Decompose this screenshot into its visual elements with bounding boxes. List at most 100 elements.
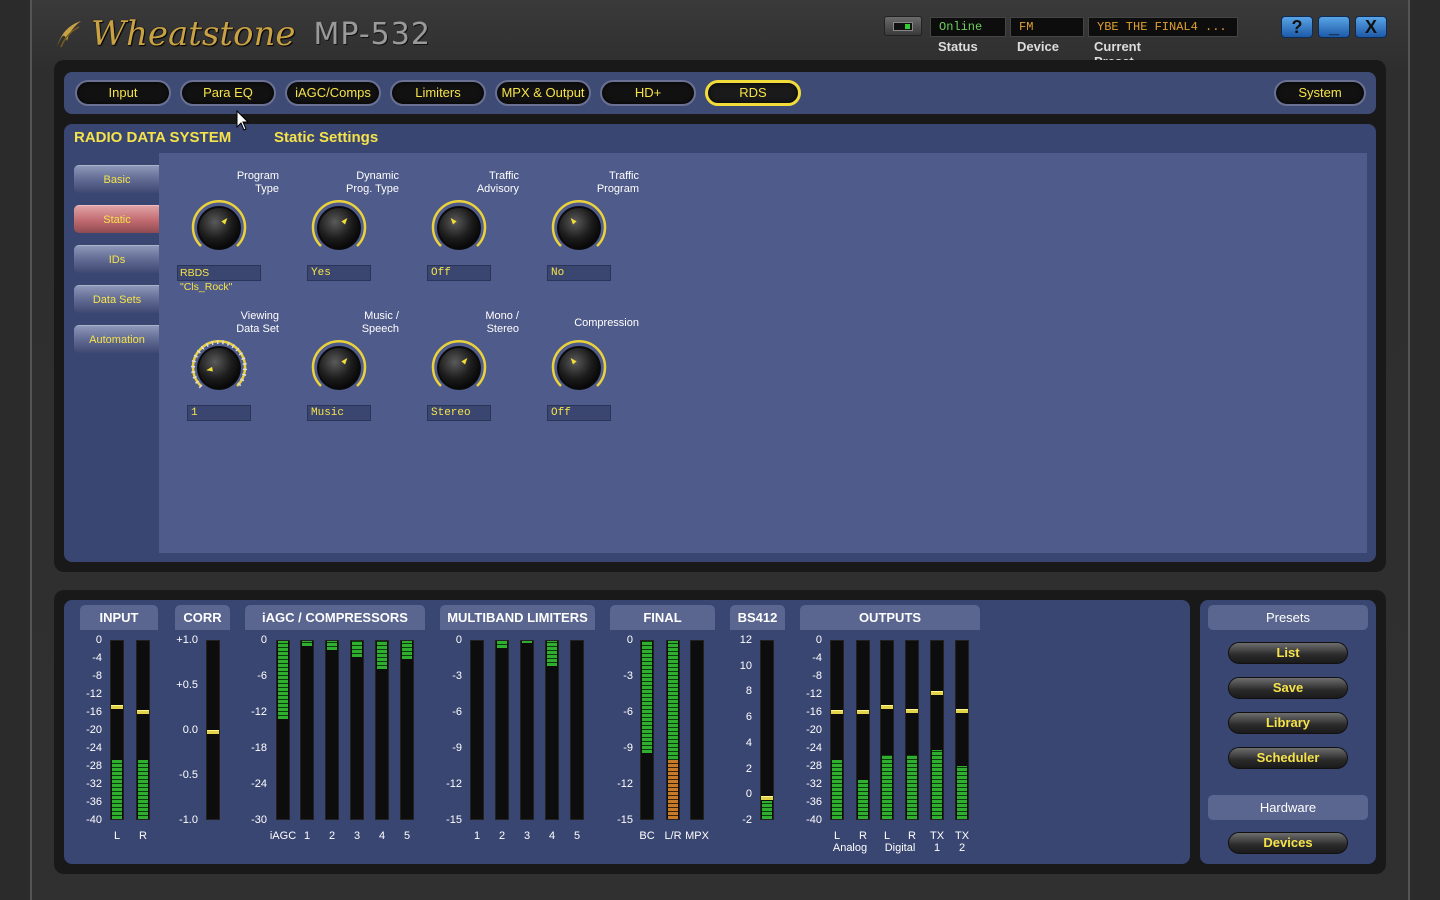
status-label: Status	[938, 39, 978, 54]
tab-input[interactable]: Input	[75, 80, 171, 106]
control-label: Compression	[574, 316, 639, 329]
devices-button[interactable]: Devices	[1228, 832, 1348, 854]
presets-title: Presets	[1208, 605, 1368, 630]
close-button[interactable]: X	[1355, 16, 1387, 38]
control-3: Traffic Program No	[519, 170, 639, 281]
iagc-meter-bar	[350, 640, 364, 820]
control-value: 1	[187, 405, 251, 421]
side-menu-ids[interactable]: IDs	[74, 245, 160, 273]
bs412-scale-label: 0	[745, 788, 752, 801]
control-1: Dynamic Prog. Type Yes	[279, 170, 399, 281]
input-scale-label: -28	[86, 760, 102, 772]
output-meter-bar	[955, 640, 969, 820]
knob-icon[interactable]	[549, 338, 609, 398]
side-menu-automation[interactable]: Automation	[74, 325, 160, 353]
tab-system[interactable]: System	[1274, 80, 1366, 106]
control-0: Program Type RBDS "Cls_Rock"	[159, 170, 279, 293]
side-menu-static[interactable]: Static	[74, 205, 160, 233]
input-scale-label: -12	[86, 688, 102, 700]
meter-fill-orange	[668, 760, 678, 819]
sub-title: Static Settings	[274, 129, 379, 146]
knob-icon[interactable]	[309, 198, 369, 258]
outputs-scale-label: -8	[812, 670, 822, 682]
outputs-scale-label: -20	[806, 724, 822, 736]
meter-fill	[858, 779, 868, 819]
tab-iagc-comps[interactable]: iAGC/Comps	[285, 80, 381, 106]
knob-icon[interactable]	[549, 198, 609, 258]
output-group-label: 2	[958, 842, 966, 854]
preset-library-button[interactable]: Library	[1228, 712, 1348, 734]
limiter-meter-bar	[570, 640, 584, 820]
input-channel-label: R	[139, 830, 147, 842]
input-meter-bar	[110, 640, 124, 820]
tab-rds[interactable]: RDS	[705, 80, 801, 106]
iagc-meter-bar	[375, 640, 389, 820]
bs412-scale-label: 10	[739, 659, 752, 672]
control-label: Dynamic Prog. Type	[346, 170, 399, 195]
meter-head-final: FINAL	[610, 605, 715, 630]
network-button[interactable]	[884, 16, 922, 36]
corr-scale-label: 0.0	[182, 724, 198, 736]
help-button[interactable]: ?	[1281, 16, 1313, 38]
meter-fill	[497, 641, 507, 649]
meter-fill	[138, 760, 148, 819]
preset-save-button[interactable]: Save	[1228, 677, 1348, 699]
input-scale-label: -20	[86, 724, 102, 736]
knob-icon[interactable]	[309, 338, 369, 398]
output-meter-bar	[905, 640, 919, 820]
preset-display: YBE THE FINAL4 ...	[1088, 17, 1238, 37]
outputs-scale-label: -4	[812, 652, 822, 664]
iagc-meter-bar	[325, 640, 339, 820]
preset-scheduler-button[interactable]: Scheduler	[1228, 747, 1348, 769]
final-channel-label: MPX	[685, 830, 709, 842]
output-meter-bar	[830, 640, 844, 820]
meter-head-outputs: OUTPUTS	[800, 605, 980, 630]
knob-icon[interactable]	[429, 338, 489, 398]
knob-icon[interactable]	[429, 198, 489, 258]
meter-fill	[957, 765, 967, 819]
final-scale-label: -9	[623, 742, 633, 754]
control-value: RBDS "Cls_Rock"	[177, 265, 261, 293]
output-channel-label: TX	[954, 830, 970, 842]
side-menu-basic[interactable]: Basic	[74, 165, 160, 193]
control-label: Program Type	[236, 170, 279, 195]
output-meter-bar	[930, 640, 944, 820]
corr-scale-label: +0.5	[176, 679, 198, 691]
meter-head-limiters: MULTIBAND LIMITERS	[440, 605, 595, 630]
input-meter-bar	[136, 640, 150, 820]
knob-icon[interactable]	[189, 338, 249, 398]
meter-fill	[762, 801, 772, 819]
tab-limiters[interactable]: Limiters	[390, 80, 486, 106]
outputs-scale-label: 0	[815, 634, 822, 646]
section-title: RADIO DATA SYSTEM	[74, 129, 232, 146]
minimize-button[interactable]: _	[1318, 16, 1350, 38]
tab-mpx-output[interactable]: MPX & Output	[495, 80, 591, 106]
side-menu-data-sets[interactable]: Data Sets	[74, 285, 160, 313]
preset-list-button[interactable]: List	[1228, 642, 1348, 664]
control-label: Traffic Advisory	[476, 170, 519, 195]
limiter-meter-bar	[520, 640, 534, 820]
meter-peak	[207, 730, 219, 734]
iagc-channel-label: 5	[403, 830, 411, 842]
final-scale-label: -6	[623, 706, 633, 718]
hardware-title: Hardware	[1208, 795, 1368, 820]
output-meter-bar	[856, 640, 870, 820]
tab-para-eq[interactable]: Para EQ	[180, 80, 276, 106]
limiters-scale-label: -6	[452, 706, 462, 718]
wing-logo-icon	[57, 21, 81, 48]
limiter-meter-bar	[470, 640, 484, 820]
bs412-scale-label: 4	[745, 736, 752, 749]
control-value: No	[547, 265, 611, 281]
limiters-scale-label: 0	[455, 634, 462, 646]
knob-icon[interactable]	[189, 198, 249, 258]
control-value: Off	[427, 265, 491, 281]
meter-fill	[278, 641, 288, 720]
tab-hd-plus[interactable]: HD+	[600, 80, 696, 106]
control-value: Stereo	[427, 405, 491, 421]
meter-head-corr: CORR	[175, 605, 230, 630]
control-7: Compression Off	[519, 310, 639, 421]
control-4: Viewing Data Set 1	[159, 310, 279, 421]
model-name: MP-532	[313, 16, 431, 52]
meter-fill	[882, 754, 892, 819]
outputs-scale-label: -12	[806, 688, 822, 700]
